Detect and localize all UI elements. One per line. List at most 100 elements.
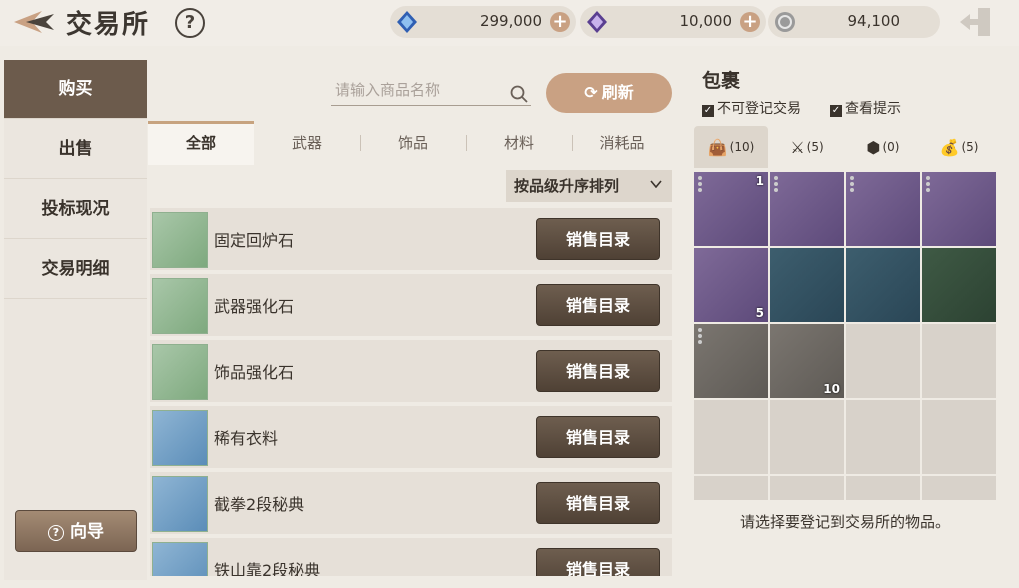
slot-count: 5 (755, 306, 764, 320)
bag-slot-empty[interactable] (846, 400, 920, 474)
currency-blue-diamond: 299,000 + (390, 6, 576, 38)
slot-count: 10 (823, 382, 840, 396)
add-currency-button[interactable]: + (550, 12, 570, 32)
exit-icon[interactable] (958, 6, 994, 38)
bag-slot-chest[interactable]: 5 (694, 248, 768, 322)
refresh-label: 刷新 (601, 83, 634, 102)
sales-list-button[interactable]: 销售目录 (536, 350, 660, 392)
bag-slot-ring[interactable] (846, 172, 920, 246)
tab-accessories[interactable]: 饰品 (360, 121, 466, 165)
bag-slot-empty[interactable] (922, 476, 996, 500)
bag-tabs: 👜 (10) ⚔ (5) ⬢ (0) 💰 (5) (694, 126, 996, 168)
currency-purple-diamond: 10,000 + (580, 6, 766, 38)
pouch-icon: 💰 (939, 138, 960, 157)
sort-dropdown[interactable]: 按品级升序排列 (506, 170, 672, 202)
list-item[interactable]: 截拳2段秘典 销售目录 (150, 472, 672, 534)
sales-list-button[interactable]: 销售目录 (536, 416, 660, 458)
purple-diamond-icon (587, 11, 607, 33)
refining-stone-icon (152, 212, 208, 268)
chevron-down-icon (650, 180, 662, 188)
weapon-icon: ⚔ (790, 138, 805, 157)
silver-coin-icon (775, 12, 795, 32)
tab-bag-consumables[interactable]: 💰 (5) (922, 126, 996, 168)
accessory-enhance-stone-icon (152, 344, 208, 400)
currency-silver-coin: 94,100 (768, 6, 940, 38)
bag-slot-chest[interactable] (770, 248, 844, 322)
bag-slot-empty[interactable] (846, 324, 920, 398)
item-name: 截拳2段秘典 (214, 495, 305, 514)
bag-slot-empty[interactable] (694, 400, 768, 474)
tab-consumables[interactable]: 消耗品 (572, 121, 672, 165)
guide-label: 向导 (70, 522, 104, 542)
sort-label: 按品级升序排列 (514, 177, 620, 195)
currency-value: 299,000 (479, 12, 542, 30)
bag-icon: 👜 (707, 138, 728, 157)
item-name: 饰品强化石 (214, 363, 295, 382)
list-item[interactable]: 铁山靠2段秘典 销售目录 (150, 538, 672, 576)
untradable-checkbox[interactable]: ✓ 不可登记交易 (702, 98, 801, 118)
list-item[interactable]: 饰品强化石 销售目录 (150, 340, 672, 402)
bag-slot-empty[interactable] (694, 476, 768, 500)
bag-slot-bracelet[interactable] (922, 172, 996, 246)
bag-slot-chest[interactable] (846, 248, 920, 322)
search-input[interactable] (331, 74, 531, 106)
bag-slot-empty[interactable] (770, 400, 844, 474)
sidebar-item-bid-status[interactable]: 投标现况 (4, 180, 147, 239)
bag-slot-empty[interactable] (922, 324, 996, 398)
checkmark-icon: ✓ (830, 105, 842, 117)
tab-bag-accessories[interactable]: ⬢ (0) (846, 126, 920, 168)
category-tabs: 全部 武器 饰品 材料 消耗品 (148, 121, 672, 165)
tab-weapons[interactable]: 武器 (254, 121, 360, 165)
bag-slot-earring[interactable] (770, 172, 844, 246)
refresh-icon: ⟳ (584, 83, 598, 102)
bag-slot-necklace[interactable]: 1 (694, 172, 768, 246)
bag-slot-empty[interactable] (922, 400, 996, 474)
skill-book-icon (152, 476, 208, 532)
tab-bag-weapons[interactable]: ⚔ (5) (770, 126, 844, 168)
bag-slot-box[interactable] (922, 248, 996, 322)
bag-slot-empty[interactable] (846, 476, 920, 500)
tab-all[interactable]: 全部 (148, 121, 254, 165)
search-icon[interactable] (510, 85, 528, 103)
skill-book-icon (152, 542, 208, 576)
bag-slot-potion[interactable]: 10 (770, 324, 844, 398)
ring-icon: ⬢ (866, 138, 881, 157)
sales-list-button[interactable]: 销售目录 (536, 482, 660, 524)
sidebar-item-sell[interactable]: 出售 (4, 120, 147, 179)
bag-slot-gauntlet[interactable] (694, 324, 768, 398)
item-name: 固定回炉石 (214, 231, 295, 250)
sales-list-button[interactable]: 销售目录 (536, 284, 660, 326)
refresh-button[interactable]: ⟳ 刷新 (546, 73, 672, 113)
currency-value: 94,100 (847, 12, 901, 30)
list-item[interactable]: 武器强化石 销售目录 (150, 274, 672, 336)
tab-bag-all[interactable]: 👜 (10) (694, 126, 768, 168)
top-bar: 交易所 ? 299,000 + 10,000 + 94,100 (0, 0, 1019, 46)
bag-grid: 1 5 10 (694, 172, 996, 500)
add-currency-button[interactable]: + (740, 12, 760, 32)
item-name: 武器强化石 (214, 297, 295, 316)
bag-title: 包裹 (702, 70, 741, 92)
currency-value: 10,000 (679, 12, 733, 30)
sidebar: 购买 出售 投标现况 交易明细 (4, 60, 147, 580)
page-title: 交易所 (66, 10, 151, 40)
question-icon: ? (48, 525, 64, 541)
item-name: 铁山靠2段秘典 (214, 561, 321, 576)
sales-list-button[interactable]: 销售目录 (536, 218, 660, 260)
tab-materials[interactable]: 材料 (466, 121, 572, 165)
back-arrow-icon[interactable] (12, 10, 56, 34)
help-icon[interactable]: ? (175, 8, 205, 38)
list-item[interactable]: 固定回炉石 销售目录 (150, 208, 672, 270)
weapon-enhance-stone-icon (152, 278, 208, 334)
guide-button[interactable]: ? 向导 (15, 510, 137, 552)
bag-slot-empty[interactable] (770, 476, 844, 500)
sidebar-item-buy[interactable]: 购买 (4, 60, 147, 119)
item-name: 稀有衣料 (214, 429, 279, 448)
view-tips-checkbox[interactable]: ✓ 查看提示 (830, 98, 901, 118)
sales-list-button[interactable]: 销售目录 (536, 548, 660, 576)
sidebar-item-trade-history[interactable]: 交易明细 (4, 240, 147, 299)
rare-cloth-icon (152, 410, 208, 466)
list-item[interactable]: 稀有衣料 销售目录 (150, 406, 672, 468)
slot-count: 1 (755, 174, 764, 188)
bag-hint: 请选择要登记到交易所的物品。 (739, 513, 950, 531)
checkmark-icon: ✓ (702, 105, 714, 117)
